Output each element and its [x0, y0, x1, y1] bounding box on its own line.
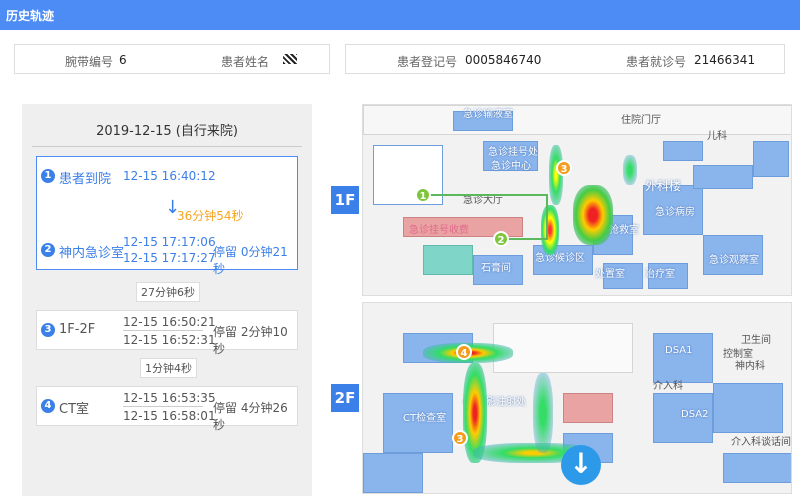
reg-value: 0005846740 [465, 53, 542, 67]
patient-info-left: 腕带编号 6 患者姓名 [14, 44, 330, 74]
window-title-bar: 历史轨迹 [0, 0, 800, 30]
room-label: 介入科 [653, 381, 683, 392]
map-room [723, 453, 791, 483]
marker-2[interactable]: 2 [493, 231, 509, 247]
reg-label: 患者登记号 [397, 55, 458, 69]
room-label: 神内科 [735, 361, 765, 372]
gap-duration: 27分钟6秒 [136, 282, 200, 302]
step-number: 1 [41, 169, 55, 183]
patient-info-right: 患者登记号 0005846740 患者就诊号 21466341 [345, 44, 785, 74]
floor-label-1f[interactable]: 1F [331, 186, 359, 214]
patient-name-label: 患者姓名 [221, 55, 270, 69]
time-in: 12-15 16:53:35 [123, 391, 216, 405]
room-label: 介入科谈话间 [731, 437, 791, 448]
step-number: 3 [41, 323, 55, 337]
step-name: 1F-2F [59, 322, 96, 337]
heatmap-blob [533, 373, 553, 453]
room-label: DSA1 [665, 345, 693, 356]
step-time: 12-15 16:40:12 [123, 169, 216, 183]
step-name: 神内急诊室 [59, 246, 125, 261]
marker-4[interactable]: 4 [456, 344, 472, 360]
trajectory-item-1-2[interactable]: 1 患者到院 12-15 16:40:12 ↓ 36分钟54秒 2 神内急诊室 … [36, 156, 298, 276]
map-wall [493, 323, 633, 373]
visit-value: 21466341 [694, 53, 756, 67]
gap-duration: 1分钟4秒 [140, 358, 197, 378]
room-label: DSA2 [681, 409, 709, 420]
step-name: 患者到院 [59, 172, 112, 187]
interval-text: 36分钟54秒 [177, 209, 244, 223]
stay-text: 停留 0分钟21秒 [213, 245, 288, 276]
map-room [563, 393, 613, 423]
wristband-value: 6 [119, 53, 127, 67]
floor-map-1f[interactable]: 急诊输液室 急诊挂号处 住院门厅 急诊中心 外科楼 急诊大厅 急诊挂号收费 急诊… [362, 104, 792, 296]
visit-label: 患者就诊号 [626, 55, 687, 69]
step-number: 4 [41, 399, 55, 413]
trajectory-item-3[interactable]: 3 1F-2F 12-15 16:50:21 12-15 16:52:31 停留… [36, 310, 298, 356]
room-label: 卫生间 [741, 335, 771, 346]
arrow-down-icon[interactable]: ↓ [561, 445, 601, 485]
stay-text: 停留 2分钟10秒 [213, 325, 288, 356]
window-title: 历史轨迹 [6, 9, 55, 23]
time-out: 12-15 17:17:27 [123, 251, 216, 265]
floor-map-2f[interactable]: DSA1 DSA2 CT检查室 CT造影注射处 控制室 介入科 介入科谈话间 卫… [362, 302, 792, 494]
marker-1[interactable]: 1 [415, 187, 431, 203]
map-room [653, 333, 713, 383]
map-room [713, 383, 783, 433]
wristband-label: 腕带编号 [65, 55, 114, 69]
time-out: 12-15 16:52:31 [123, 333, 216, 347]
time-in: 12-15 16:50:21 [123, 315, 216, 329]
room-label: CT检查室 [403, 413, 447, 424]
floor-label-2f[interactable]: 2F [331, 384, 359, 412]
time-out: 12-15 16:58:01 [123, 409, 216, 423]
trajectory-panel: 2019-12-15 (自行来院) 1 患者到院 12-15 16:40:12 … [22, 104, 312, 496]
step-number: 2 [41, 243, 55, 257]
visit-date-header: 2019-12-15 (自行来院) [96, 124, 238, 139]
marker-3[interactable]: 3 [556, 160, 572, 176]
trajectory-item-4[interactable]: 4 CT室 12-15 16:53:35 12-15 16:58:01 停留 4… [36, 386, 298, 432]
stay-text: 停留 4分钟26秒 [213, 401, 288, 432]
divider [32, 146, 302, 147]
time-in: 12-15 17:17:06 [123, 235, 216, 249]
divider [123, 406, 203, 407]
patient-name-redacted [283, 54, 297, 64]
marker-3[interactable]: 3 [452, 430, 468, 446]
step-name: CT室 [59, 402, 90, 417]
map-room [363, 453, 423, 493]
divider [123, 330, 203, 331]
